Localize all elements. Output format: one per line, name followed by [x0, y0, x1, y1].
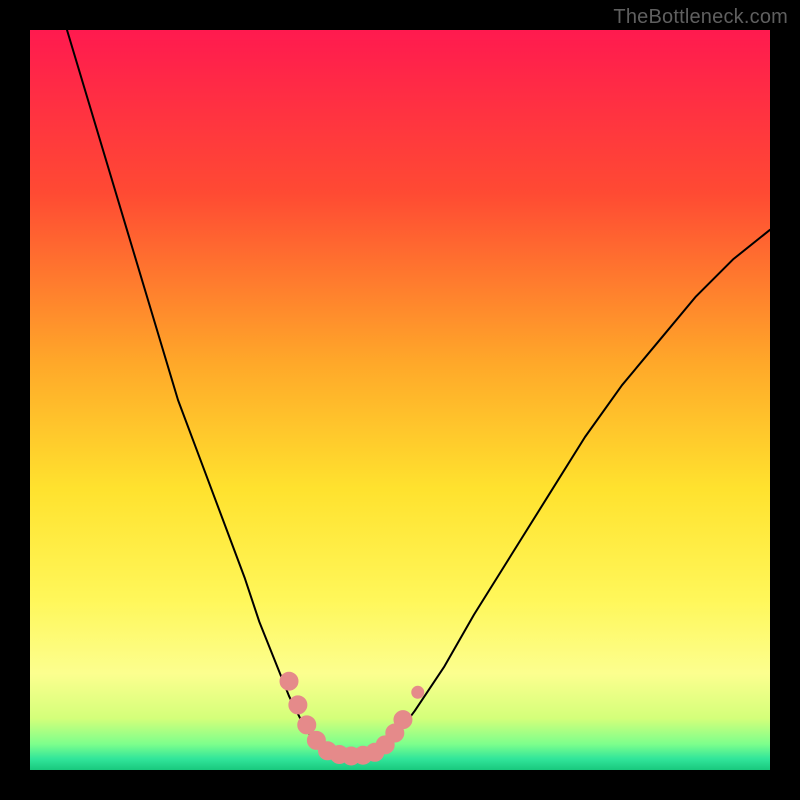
bottleneck-chart [30, 30, 770, 770]
highlight-point-0 [280, 672, 298, 690]
gradient-background [30, 30, 770, 770]
highlight-point-11 [394, 711, 412, 729]
watermark-text: TheBottleneck.com [613, 6, 788, 29]
highlight-point-12 [412, 686, 424, 698]
highlight-point-2 [298, 716, 316, 734]
plot-area [30, 30, 770, 770]
chart-frame: TheBottleneck.com [0, 0, 800, 800]
highlight-point-1 [289, 696, 307, 714]
